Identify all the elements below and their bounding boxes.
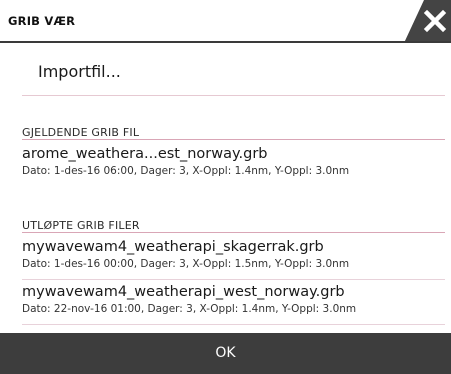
file-meta: Dato: 1-des-16 06:00, Dager: 3, X-Oppl: … (22, 165, 350, 177)
item-divider (22, 324, 445, 325)
file-meta: Dato: 1-des-16 00:00, Dager: 3, X-Oppl: … (22, 258, 350, 270)
import-file-label: Importfil... (38, 62, 121, 81)
dialog-title: GRIB VÆR (8, 14, 76, 28)
expired-grib-section-title: UTLØPTE GRIB FILER (22, 219, 140, 232)
ok-label: OK (215, 345, 236, 361)
close-icon (404, 0, 451, 43)
expired-grib-file-item[interactable]: mywavewam4_weatherapi_west_norway.grb Da… (4, 284, 427, 324)
section-divider (22, 139, 445, 140)
expired-grib-file-item[interactable]: mywavewam4_weatherapi_skagerrak.grb Dato… (4, 239, 427, 279)
file-name: mywavewam4_weatherapi_west_norway.grb (22, 284, 345, 300)
section-divider (22, 232, 445, 233)
dialog-header: GRIB VÆR (0, 0, 451, 43)
file-name: arome_weathera...est_norway.grb (22, 146, 268, 162)
grib-weather-dialog: GRIB VÆR Importfil... GJELDENDE GRIB FIL… (0, 0, 451, 374)
current-grib-section-title: GJELDENDE GRIB FIL (22, 126, 140, 139)
item-divider (22, 279, 445, 280)
import-file-button[interactable]: Importfil... (0, 43, 451, 99)
ok-button[interactable]: OK (0, 333, 451, 374)
close-button[interactable] (404, 0, 451, 43)
file-meta: Dato: 22-nov-16 01:00, Dager: 3, X-Oppl:… (22, 303, 357, 315)
current-grib-file-item[interactable]: arome_weathera...est_norway.grb Dato: 1-… (4, 146, 427, 186)
divider (22, 95, 445, 96)
file-name: mywavewam4_weatherapi_skagerrak.grb (22, 239, 324, 255)
